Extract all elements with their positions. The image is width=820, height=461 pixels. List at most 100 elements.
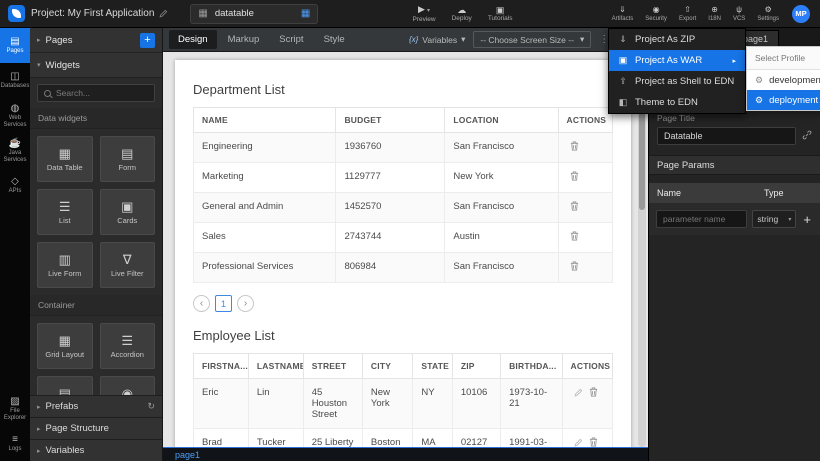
accordion-icon: ☰ [121,334,133,348]
page-title-input[interactable] [657,127,796,145]
widget-search-input[interactable] [56,88,148,98]
table-row: General and Admin 1452570 San Francisco [194,193,613,223]
edit-project-icon[interactable] [159,5,168,23]
tab-design[interactable]: Design [169,30,217,49]
widget-grid-layout[interactable]: ▦ Grid Layout [37,323,93,369]
preview-icon: ▶ [418,4,425,14]
rail-item-databases[interactable]: ◫ Databases [0,63,30,98]
user-avatar[interactable]: MP [792,5,810,23]
delete-row-button[interactable] [567,171,582,181]
data-table-icon: ▦ [59,147,71,161]
next-page-button[interactable]: › [237,295,254,312]
add-page-button[interactable]: + [140,33,155,48]
rail-item-logs[interactable]: ≡ Logs [0,426,30,461]
delete-row-button[interactable] [567,141,582,151]
widget-tabs[interactable]: ▤ Tabs [37,376,93,395]
page-structure-section-header[interactable]: ▸ Page Structure [30,417,162,439]
link-icon[interactable] [802,127,812,145]
page-preview[interactable]: Department List NAME BUDGET LOCATION ACT… [175,60,631,447]
rail-item-apis[interactable]: ◇ APIs [0,168,30,203]
column-header: ZIP [452,354,500,379]
rail-item-web-services[interactable]: ◍ Web Services [0,98,30,133]
vcs-button[interactable]: ψ VCS [728,0,750,28]
widget-wizard[interactable]: ◉ Wizard [100,376,156,395]
page-selector[interactable]: ▦ datatable ▦ [190,4,318,24]
department-list-title: Department List [193,82,613,97]
widget-live-form[interactable]: ▥ Live Form [37,242,93,288]
add-param-button[interactable]: + [801,212,813,227]
param-type-select[interactable]: string ▾ [752,210,796,228]
export-button[interactable]: ⇧ Export [674,0,701,28]
edit-row-button[interactable] [571,388,586,397]
rail-item-file-explorer[interactable]: ▨ File Explorer [0,391,30,426]
shell-icon: ⇪ [618,76,628,87]
caret-right-icon: ▸ [37,36,41,44]
apps-grid-icon[interactable]: ▦ [301,9,310,19]
edit-row-button[interactable] [571,438,586,447]
prefabs-section-header[interactable]: ▸ Prefabs ↻ [30,395,162,417]
topbar: Project: My First Application ▦ datatabl… [0,0,820,28]
table-row: Professional Services 806984 San Francis… [194,253,613,283]
artifacts-button[interactable]: ⇓ Artifacts [607,0,639,28]
submenu-item-deployment[interactable]: ⚙ deployment [747,90,820,110]
logs-icon: ≡ [12,434,18,445]
employee-list-title: Employee List [193,328,613,343]
search-icon [44,90,51,97]
menu-item-project-as-war[interactable]: ▣ Project As WAR ▸ [609,50,745,71]
widget-accordion[interactable]: ☰ Accordion [100,323,156,369]
delete-row-button[interactable] [567,201,582,211]
page-tab-bar: page1 [163,447,648,461]
rail-item-pages[interactable]: ▤ Pages [0,28,30,63]
pages-section-header[interactable]: ▸ Pages + [30,28,162,53]
variables-dropdown[interactable]: {x} Variables ▾ [409,34,465,45]
column-header: ACTIONS [558,108,612,133]
prev-page-button[interactable]: ‹ [193,295,210,312]
pagination: ‹ 1 › [193,295,613,312]
param-name-input[interactable] [656,210,747,228]
deploy-button[interactable]: ☁ Deploy [445,0,479,28]
widget-live-filter[interactable]: ∇ Live Filter [100,242,156,288]
delete-row-button[interactable] [567,231,582,241]
variables-icon: {x} [409,35,418,44]
canvas-toolbar: Design Markup Script Style {x} Variables… [163,28,648,52]
screen-size-dropdown[interactable]: -- Choose Screen Size -- ▾ [473,31,591,48]
column-header: LASTNAME [248,354,303,379]
column-header: BUDGET [336,108,445,133]
delete-row-button[interactable] [586,387,601,397]
java-services-icon: ☕ [9,138,21,149]
rail-item-java-services[interactable]: ☕ Java Services [0,133,30,168]
tab-script[interactable]: Script [270,30,312,49]
page-tab[interactable]: page1 [175,450,200,460]
widgets-section-header[interactable]: ▾ Widgets [30,53,162,78]
widget-list-item[interactable]: ☰ List [37,189,93,235]
tabs-icon: ▤ [59,387,71,396]
delete-row-button[interactable] [586,437,601,447]
settings-button[interactable]: ⚙ Settings [752,0,784,28]
delete-row-button[interactable] [567,261,582,271]
page-params-header[interactable]: Page Params [649,155,820,175]
preview-button[interactable]: ▶▾ Preview [405,0,442,28]
menu-item-project-as-shell[interactable]: ⇪ Project as Shell to EDN [609,71,745,92]
page-number-button[interactable]: 1 [215,295,232,312]
widget-cards[interactable]: ▣ Cards [100,189,156,235]
canvas-area: Design Markup Script Style {x} Variables… [163,28,648,461]
param-row: string ▾ + [649,203,820,235]
tutorials-button[interactable]: ▣ Tutorials [481,0,520,28]
employee-table[interactable]: FIRSTNA... LASTNAME STREET CITY STATE ZI… [193,353,613,447]
security-icon: ◉ [653,5,660,15]
app-logo-icon[interactable] [8,5,25,22]
widget-data-table[interactable]: ▦ Data Table [37,136,93,182]
department-table[interactable]: NAME BUDGET LOCATION ACTIONS Engineering… [193,107,613,283]
menu-item-project-as-zip[interactable]: ⇓ Project As ZIP [609,29,745,50]
menu-item-theme-to-edn[interactable]: ◧ Theme to EDN [609,92,745,113]
submenu-item-development[interactable]: ⚙ development [747,70,820,90]
security-button[interactable]: ◉ Security [640,0,672,28]
i18n-button[interactable]: ⊕ I18N [703,0,726,28]
caret-down-icon[interactable]: ▾ [427,8,430,14]
variables-section-header[interactable]: ▸ Variables [30,439,162,461]
tab-markup[interactable]: Markup [219,30,269,49]
widget-form[interactable]: ▤ Form [100,136,156,182]
column-header: STATE [413,354,452,379]
tab-style[interactable]: Style [315,30,354,49]
refresh-icon[interactable]: ↻ [147,401,155,412]
